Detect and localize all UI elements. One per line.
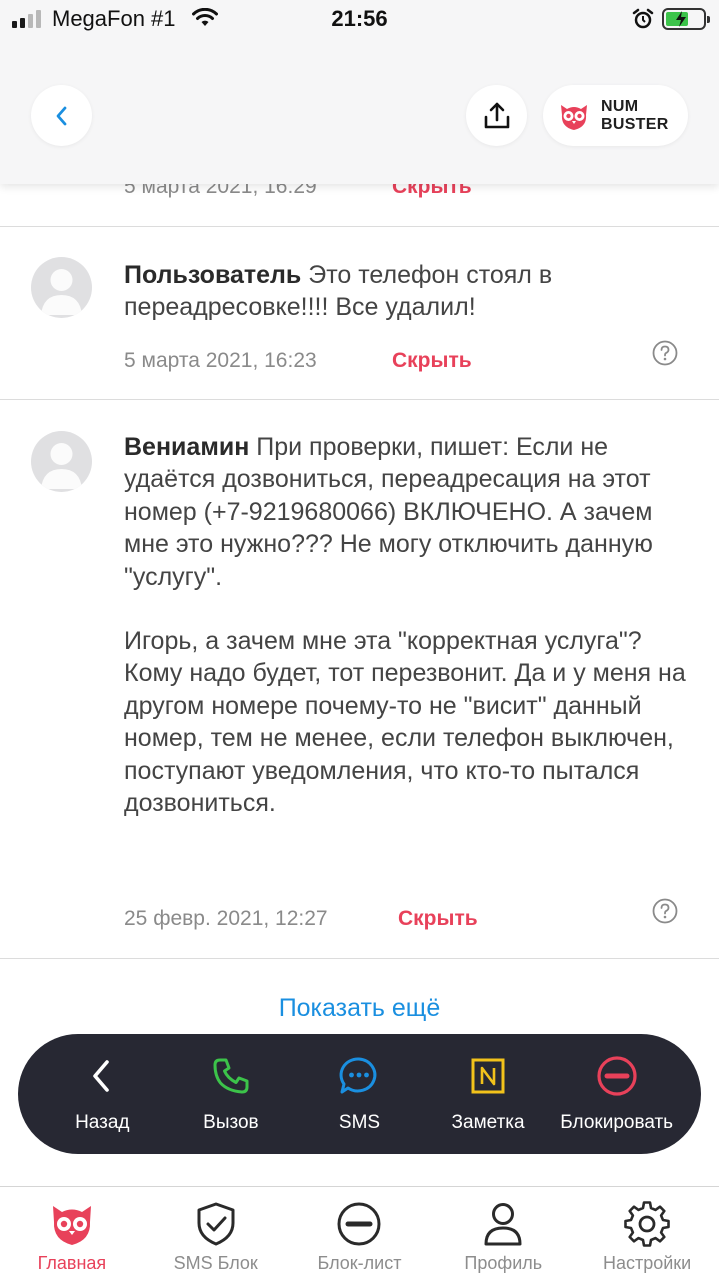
back-action-button[interactable]: Назад [40, 1054, 165, 1134]
tab-block-list[interactable]: Блок-лист [288, 1187, 432, 1280]
bottom-tab-bar: Главная SMS Блок Блок-лист Профиль Настр… [0, 1186, 719, 1280]
comment-item: Пользователь Это телефон стоял в переадр… [0, 227, 719, 399]
comment-author: Пользователь [124, 261, 302, 289]
hide-comment-link[interactable]: Скрыть [398, 907, 478, 931]
clock: 21:56 [331, 6, 388, 31]
share-icon [484, 102, 509, 128]
battery-icon [662, 8, 710, 30]
tab-settings[interactable]: Настройки [575, 1187, 719, 1280]
owl-logo-icon [561, 104, 587, 130]
phone-icon [213, 1058, 249, 1094]
numbuster-brand-button[interactable]: NUM BUSTER [543, 85, 688, 146]
minus-circle-icon [337, 1202, 381, 1246]
divider [0, 958, 719, 959]
avatar [31, 431, 92, 492]
comment-item: Вениамин При проверки, пишет: Если не уд… [0, 400, 719, 958]
block-button[interactable]: Блокировать [554, 1054, 679, 1134]
help-icon[interactable] [652, 898, 678, 924]
gear-icon [624, 1201, 670, 1247]
chevron-left-icon [56, 106, 66, 125]
back-button[interactable] [31, 85, 92, 146]
comment-date: 5 марта 2021, 16:23 [124, 349, 317, 372]
sms-button[interactable]: SMS [297, 1054, 422, 1134]
tab-profile[interactable]: Профиль [431, 1187, 575, 1280]
call-button[interactable]: Вызов [168, 1054, 293, 1134]
comment-text: Вениамин При проверки, пишет: Если не уд… [124, 433, 686, 818]
shield-check-icon [197, 1202, 235, 1246]
help-icon[interactable] [652, 340, 678, 366]
owl-icon [52, 1206, 91, 1245]
status-bar: MegaFon #1 21:56 [0, 0, 719, 40]
brand-name: NUM BUSTER [601, 97, 669, 133]
note-icon [471, 1058, 505, 1094]
comment-text: Пользователь Это телефон стоял в переадр… [124, 261, 553, 322]
person-icon [484, 1203, 522, 1246]
tab-sms-block[interactable]: SMS Блок [144, 1187, 288, 1280]
tab-home[interactable]: Главная [0, 1187, 144, 1280]
comment-date: 25 февр. 2021, 12:27 [124, 907, 328, 930]
contact-action-bar: Назад Вызов SMS Заметка Блокировать [18, 1034, 701, 1154]
share-button[interactable] [466, 85, 527, 146]
block-icon [597, 1056, 637, 1096]
avatar [31, 257, 92, 318]
chevron-left-icon [93, 1060, 110, 1092]
comment-author: Вениамин [124, 433, 250, 461]
sms-icon [340, 1057, 377, 1094]
show-more-link[interactable]: Показать ещё [0, 994, 719, 1023]
alarm-icon [632, 8, 654, 35]
note-button[interactable]: Заметка [426, 1054, 551, 1134]
hide-comment-link[interactable]: Скрыть [392, 349, 472, 373]
